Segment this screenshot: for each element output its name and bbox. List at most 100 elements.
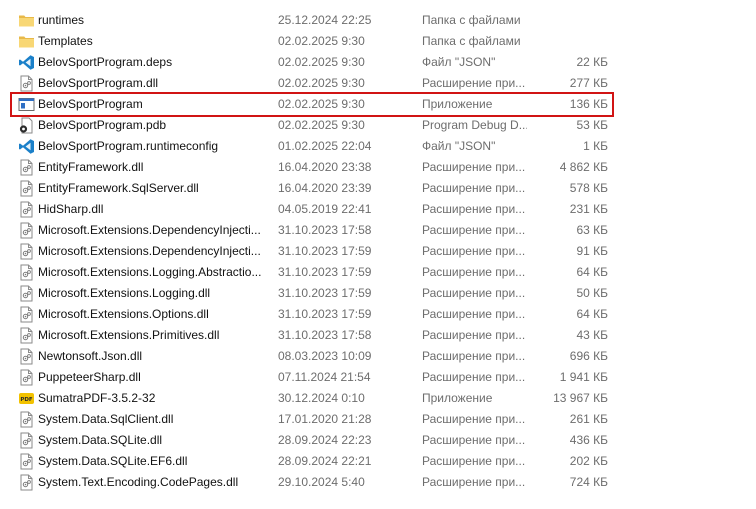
pdb-file-icon <box>18 117 35 134</box>
file-name: Microsoft.Extensions.DependencyInjecti..… <box>38 223 261 237</box>
file-name: Microsoft.Extensions.Logging.Abstractio.… <box>38 265 262 279</box>
dll-file-icon <box>18 159 35 176</box>
dll-file-icon <box>18 222 35 239</box>
file-name: Microsoft.Extensions.Options.dll <box>38 307 209 321</box>
file-name: SumatraPDF-3.5.2-32 <box>38 391 156 405</box>
file-size: 696 КБ <box>569 349 608 363</box>
file-date-modified: 31.10.2023 17:59 <box>278 286 372 300</box>
vscode-json-icon <box>18 54 35 71</box>
file-date-modified: 28.09.2024 22:23 <box>278 433 372 447</box>
file-date-modified: 02.02.2025 9:30 <box>278 97 365 111</box>
file-row[interactable]: System.Text.Encoding.CodePages.dll 29.10.… <box>12 472 612 493</box>
file-row[interactable]: EntityFramework.SqlServer.dll 16.04.2020 … <box>12 178 612 199</box>
vscode-json-icon <box>18 138 35 155</box>
file-type: Приложение <box>422 97 493 111</box>
file-name: System.Data.SQLite.dll <box>38 433 163 447</box>
file-name: BelovSportProgram <box>38 97 143 111</box>
file-size: 436 КБ <box>569 433 608 447</box>
file-date-modified: 16.04.2020 23:39 <box>278 181 372 195</box>
file-row[interactable]: BelovSportProgram.pdb 02.02.2025 9:30 Prog… <box>12 115 612 136</box>
file-type: Расширение при... <box>422 454 526 468</box>
file-row[interactable]: PuppeteerSharp.dll 07.11.2024 21:54 Расшир… <box>12 367 612 388</box>
file-date-modified: 31.10.2023 17:59 <box>278 307 372 321</box>
file-row[interactable]: runtimes 25.12.2024 22:25 Папка с файлами <box>12 10 612 31</box>
file-name: Microsoft.Extensions.DependencyInjecti..… <box>38 244 261 258</box>
file-type: Расширение при... <box>422 286 526 300</box>
file-row[interactable]: BelovSportProgram.dll 02.02.2025 9:30 Расш… <box>12 73 612 94</box>
file-type: Приложение <box>422 391 493 405</box>
file-size: 1 941 КБ <box>559 370 608 384</box>
file-date-modified: 04.05.2019 22:41 <box>278 202 372 216</box>
file-row[interactable]: Microsoft.Extensions.Logging.Abstractio.… <box>12 262 612 283</box>
dll-file-icon <box>18 180 35 197</box>
file-type: Расширение при... <box>422 223 526 237</box>
file-row[interactable]: Newtonsoft.Json.dll 08.03.2023 10:09 Расши… <box>12 346 612 367</box>
file-size: 50 КБ <box>576 286 608 300</box>
file-row[interactable]: BelovSportProgram.runtimeconfig 01.02.202… <box>12 136 612 157</box>
file-type: Файл "JSON" <box>422 55 496 69</box>
file-row[interactable]: System.Data.SQLite.dll 28.09.2024 22:23 Ра… <box>12 430 612 451</box>
file-date-modified: 02.02.2025 9:30 <box>278 34 365 48</box>
file-row[interactable]: EntityFramework.dll 16.04.2020 23:38 Расши… <box>12 157 612 178</box>
file-size: 136 КБ <box>569 97 608 111</box>
file-row[interactable]: HidSharp.dll 04.05.2019 22:41 Расширение п… <box>12 199 612 220</box>
file-row[interactable]: Microsoft.Extensions.Logging.dll 31.10.20… <box>12 283 612 304</box>
file-date-modified: 17.01.2020 21:28 <box>278 412 372 426</box>
file-size: 64 КБ <box>576 307 608 321</box>
file-type: Расширение при... <box>422 475 526 489</box>
file-name: System.Data.SQLite.EF6.dll <box>38 454 188 468</box>
file-type: Папка с файлами <box>422 34 521 48</box>
file-name: EntityFramework.SqlServer.dll <box>38 181 199 195</box>
file-date-modified: 02.02.2025 9:30 <box>278 55 365 69</box>
file-name: BelovSportProgram.dll <box>38 76 159 90</box>
file-type: Расширение при... <box>422 181 526 195</box>
file-type: Расширение при... <box>422 433 526 447</box>
file-name: Microsoft.Extensions.Logging.dll <box>38 286 211 300</box>
file-row[interactable]: BelovSportProgram.deps 02.02.2025 9:30 Фай… <box>12 52 612 73</box>
file-list: runtimes 25.12.2024 22:25 Папка с файлами T… <box>0 0 756 509</box>
file-size: 22 КБ <box>576 55 608 69</box>
dll-file-icon <box>18 348 35 365</box>
file-name: Templates <box>38 34 93 48</box>
file-size: 91 КБ <box>576 244 608 258</box>
file-row[interactable]: PDF SumatraPDF-3.5.2-32 30.12.2024 0:10 При… <box>12 388 612 409</box>
file-row[interactable]: Microsoft.Extensions.Primitives.dll 31.10… <box>12 325 612 346</box>
file-row[interactable]: Microsoft.Extensions.DependencyInjecti..… <box>12 220 612 241</box>
file-type: Program Debug D... <box>422 118 527 132</box>
file-row[interactable]: Microsoft.Extensions.Options.dll 31.10.20… <box>12 304 612 325</box>
file-size: 578 КБ <box>569 181 608 195</box>
file-row[interactable]: Microsoft.Extensions.DependencyInjecti..… <box>12 241 612 262</box>
dll-file-icon <box>18 474 35 491</box>
file-row[interactable]: System.Data.SQLite.EF6.dll 28.09.2024 22:… <box>12 451 612 472</box>
file-size: 724 КБ <box>569 475 608 489</box>
file-type: Расширение при... <box>422 349 526 363</box>
file-size: 261 КБ <box>569 412 608 426</box>
file-date-modified: 08.03.2023 10:09 <box>278 349 372 363</box>
file-type: Файл "JSON" <box>422 139 496 153</box>
dll-file-icon <box>18 243 35 260</box>
file-size: 53 КБ <box>576 118 608 132</box>
sumatra-pdf-icon: PDF <box>18 390 35 407</box>
file-date-modified: 29.10.2024 5:40 <box>278 475 365 489</box>
file-name: BelovSportProgram.runtimeconfig <box>38 139 219 153</box>
file-size: 4 862 КБ <box>559 160 608 174</box>
file-date-modified: 30.12.2024 0:10 <box>278 391 365 405</box>
file-date-modified: 31.10.2023 17:59 <box>278 244 372 258</box>
file-date-modified: 07.11.2024 21:54 <box>278 370 371 384</box>
file-type: Расширение при... <box>422 412 526 426</box>
file-size: 202 КБ <box>569 454 608 468</box>
file-type: Расширение при... <box>422 265 526 279</box>
file-type: Расширение при... <box>422 307 526 321</box>
application-window-icon <box>18 96 35 113</box>
file-row[interactable]: Templates 02.02.2025 9:30 Папка с файлами <box>12 31 612 52</box>
file-date-modified: 28.09.2024 22:21 <box>278 454 372 468</box>
file-row[interactable]: System.Data.SqlClient.dll 17.01.2020 21:2… <box>12 409 612 430</box>
file-row[interactable]: BelovSportProgram 02.02.2025 9:30 Приложен… <box>10 92 614 117</box>
dll-file-icon <box>18 432 35 449</box>
folder-icon <box>18 33 35 50</box>
file-name: System.Text.Encoding.CodePages.dll <box>38 475 239 489</box>
file-name: EntityFramework.dll <box>38 160 144 174</box>
dll-file-icon <box>18 75 35 92</box>
file-name: PuppeteerSharp.dll <box>38 370 141 384</box>
file-size: 1 КБ <box>583 139 608 153</box>
